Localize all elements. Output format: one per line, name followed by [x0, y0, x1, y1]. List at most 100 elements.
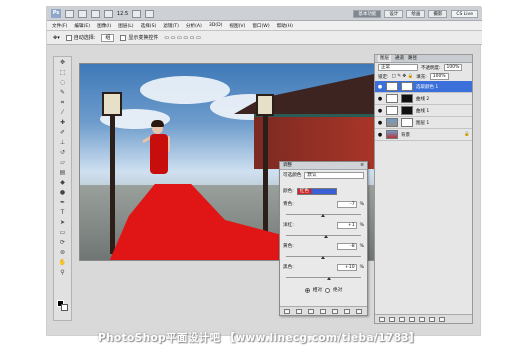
new-layer-icon[interactable] — [429, 316, 435, 322]
align-icons[interactable]: ▭ ▭ ▭ ▭ ▭ ▭ — [164, 35, 200, 41]
magenta-input[interactable]: +1 — [336, 221, 357, 229]
auto-select-dropdown[interactable]: 组 — [101, 33, 115, 42]
visibility-eye-icon[interactable]: ● — [377, 120, 383, 126]
black-input[interactable]: +10 — [336, 263, 357, 271]
background-color-swatch[interactable] — [61, 304, 68, 311]
layer-row[interactable]: ● 选取颜色 1 — [375, 81, 472, 93]
reset-icon[interactable] — [344, 308, 350, 314]
workspace-photography[interactable]: 摄影 — [428, 9, 448, 18]
cs-live-button[interactable]: CS Live — [451, 9, 478, 18]
layer-name[interactable]: 曲线 1 — [416, 108, 429, 114]
hand-tool-icon[interactable]: ✋ — [55, 258, 70, 267]
yellow-input[interactable]: -8 — [336, 242, 357, 250]
menu-image[interactable]: 图像(I) — [97, 23, 111, 29]
eyedropper-tool-icon[interactable]: ⁄ — [55, 108, 70, 117]
clip-to-layer-icon[interactable] — [308, 308, 314, 314]
black-slider-knob[interactable] — [327, 277, 332, 280]
black-slider[interactable] — [286, 272, 361, 280]
screen-mode-button[interactable] — [145, 9, 155, 18]
healing-brush-icon[interactable]: ✚ — [55, 118, 70, 127]
menu-window[interactable]: 窗口(W) — [252, 23, 269, 29]
trash-icon[interactable] — [356, 308, 362, 314]
fill-input[interactable]: 100% — [429, 73, 449, 80]
auto-select-option[interactable]: 自动选择: — [65, 34, 95, 41]
cyan-slider[interactable] — [286, 209, 361, 217]
layer-row[interactable]: ● 曲线 1 — [375, 105, 472, 117]
show-transform-checkbox[interactable] — [120, 34, 127, 41]
layer-mask-thumbnail[interactable] — [401, 106, 413, 115]
menu-analysis[interactable]: 分析(A) — [186, 23, 202, 29]
magenta-slider-knob[interactable] — [324, 235, 329, 238]
pen-tool-icon[interactable]: ✒ — [55, 198, 70, 207]
marquee-tool-icon[interactable]: ⬚ — [55, 68, 70, 77]
menu-help[interactable]: 帮助(H) — [277, 23, 293, 29]
visibility-eye-icon[interactable] — [320, 308, 326, 314]
menu-view[interactable]: 视图(V) — [229, 23, 245, 29]
layer-mask-thumbnail[interactable] — [401, 94, 413, 103]
layer-name[interactable]: 图层 1 — [416, 120, 429, 126]
relative-radio[interactable] — [304, 287, 310, 293]
workspace-essentials[interactable]: 基本功能 — [353, 9, 382, 18]
move-tool-icon[interactable]: ✥ — [55, 58, 70, 67]
menu-edit[interactable]: 编辑(E) — [74, 23, 90, 29]
workspace-painting[interactable]: 绘画 — [406, 9, 426, 18]
menu-filter[interactable]: 滤镜(T) — [163, 23, 179, 29]
minibridge-button[interactable] — [78, 9, 87, 18]
menu-layer[interactable]: 图层(L) — [118, 23, 133, 29]
quick-select-tool-icon[interactable]: ✎ — [55, 88, 70, 97]
visibility-eye-icon[interactable]: ● — [377, 132, 383, 138]
tab-channels[interactable]: 通道 — [395, 55, 404, 62]
gradient-tool-icon[interactable]: ▤ — [55, 168, 70, 177]
menu-file[interactable]: 文件(F) — [52, 23, 67, 29]
panel-menu-icon[interactable]: ≡ — [360, 162, 364, 169]
zoom-tool-icon[interactable]: ⚲ — [55, 268, 70, 277]
3d-orbit-tool-icon[interactable]: ⊚ — [55, 248, 70, 257]
visibility-eye-icon[interactable]: ● — [377, 84, 383, 90]
layer-row[interactable]: ● 背景 🔒 — [375, 129, 472, 141]
layer-row[interactable]: ● 图层 1 — [375, 117, 472, 129]
tab-paths[interactable]: 路径 — [408, 55, 417, 62]
yellow-slider-knob[interactable] — [320, 256, 325, 259]
history-brush-icon[interactable]: ↺ — [55, 148, 70, 157]
new-adjustment-layer-icon[interactable] — [409, 316, 415, 322]
absolute-radio[interactable] — [325, 287, 330, 293]
trash-icon[interactable] — [439, 316, 445, 322]
path-select-tool-icon[interactable]: ➤ — [55, 218, 70, 227]
arrange-documents-button[interactable] — [132, 9, 142, 18]
magenta-slider[interactable] — [286, 230, 361, 238]
shape-tool-icon[interactable]: ▭ — [55, 228, 70, 237]
menu-select[interactable]: 选择(S) — [141, 23, 157, 29]
menu-3d[interactable]: 3D(D) — [209, 23, 223, 28]
link-layers-icon[interactable] — [379, 316, 385, 322]
lasso-tool-icon[interactable]: ◌ — [55, 78, 70, 87]
layer-thumbnail[interactable] — [386, 118, 398, 127]
layer-mask-thumbnail[interactable] — [401, 82, 413, 91]
zoom-level[interactable]: 12.5 — [117, 11, 128, 17]
visibility-eye-icon[interactable]: ● — [377, 108, 383, 114]
eraser-tool-icon[interactable]: ▱ — [55, 158, 70, 167]
layer-row[interactable]: ● 曲线 2 — [375, 93, 472, 105]
view-previous-icon[interactable] — [332, 308, 338, 314]
new-group-icon[interactable] — [419, 316, 425, 322]
tab-layers[interactable]: 图层 — [378, 55, 391, 62]
layer-thumbnail[interactable] — [386, 130, 398, 139]
add-mask-icon[interactable] — [399, 316, 405, 322]
auto-select-checkbox[interactable] — [65, 34, 72, 41]
cyan-input[interactable]: -7 — [336, 200, 357, 208]
type-tool-icon[interactable]: T — [55, 208, 70, 217]
view-extras-button[interactable] — [91, 9, 100, 18]
layer-name[interactable]: 背景 — [401, 132, 410, 138]
workspace-design[interactable]: 设计 — [384, 9, 404, 18]
clone-stamp-icon[interactable]: ⊥ — [55, 138, 70, 147]
3d-rotate-tool-icon[interactable]: ⟳ — [55, 238, 70, 247]
brush-tool-icon[interactable]: ✐ — [55, 128, 70, 137]
opacity-input[interactable]: 100% — [443, 64, 463, 71]
colors-dropdown[interactable]: 红色 — [296, 187, 337, 195]
bridge-button[interactable] — [65, 9, 74, 18]
hand-tool-button[interactable] — [104, 9, 113, 18]
blend-mode-dropdown[interactable]: 正常 — [378, 64, 418, 71]
move-tool-icon[interactable]: ✥▾ — [53, 35, 60, 41]
crop-tool-icon[interactable]: ⌗ — [55, 98, 70, 107]
lock-icons[interactable]: □ ✎ ✥ 🔒 — [392, 74, 414, 79]
layer-name[interactable]: 曲线 2 — [416, 96, 429, 102]
